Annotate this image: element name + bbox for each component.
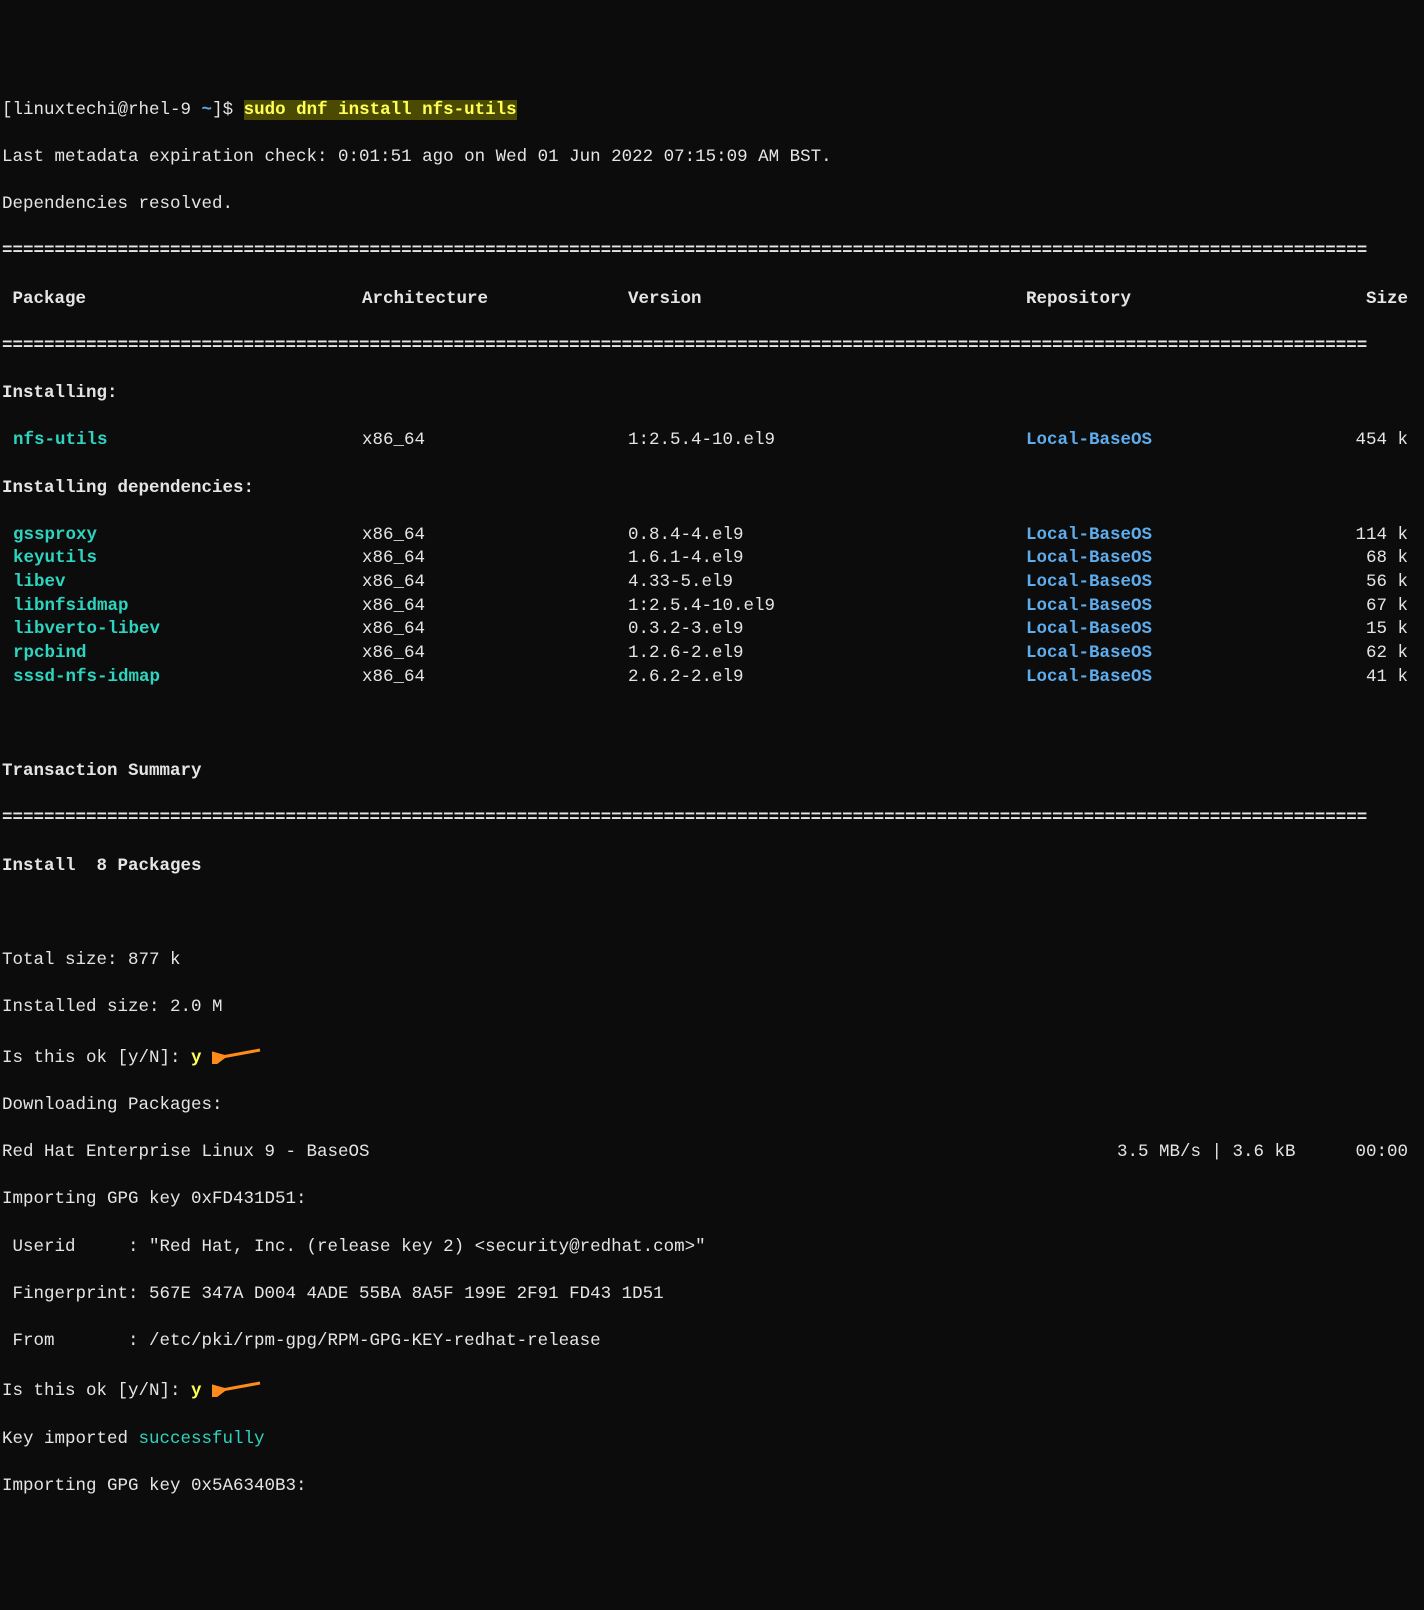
- gpg-userid: Userid : "Red Hat, Inc. (release key 2) …: [2, 1236, 1422, 1260]
- package-name: rpcbind: [2, 642, 362, 666]
- gpg-import-line: Importing GPG key 0xFD431D51:: [2, 1188, 1422, 1212]
- main-packages: nfs-utilsx86_641:2.5.4-10.el9Local-BaseO…: [2, 429, 1422, 453]
- gpg-from: From : /etc/pki/rpm-gpg/RPM-GPG-KEY-redh…: [2, 1330, 1422, 1354]
- package-size: 15 k: [1336, 618, 1422, 642]
- package-arch: x86_64: [362, 666, 628, 690]
- package-repo: Local-BaseOS: [1026, 547, 1336, 571]
- download-row: Red Hat Enterprise Linux 9 - BaseOS 3.5 M…: [2, 1141, 1422, 1165]
- separator-line: ========================================…: [2, 240, 1422, 264]
- prompt-userhost: [linuxtechi@rhel-9: [2, 100, 202, 120]
- package-version: 1.6.1-4.el9: [628, 547, 1026, 571]
- install-count: Install 8 Packages: [2, 855, 1422, 879]
- package-size: 454 k: [1336, 429, 1422, 453]
- header-package: Package: [2, 288, 362, 312]
- total-size: Total size: 877 k: [2, 949, 1422, 973]
- package-size: 56 k: [1336, 571, 1422, 595]
- package-version: 1:2.5.4-10.el9: [628, 595, 1026, 619]
- confirm-prompt: Is this ok [y/N]:: [2, 1381, 191, 1401]
- package-name: gssproxy: [2, 524, 362, 548]
- package-repo: Local-BaseOS: [1026, 595, 1336, 619]
- download-name: Red Hat Enterprise Linux 9 - BaseOS: [2, 1141, 370, 1165]
- package-version: 0.8.4-4.el9: [628, 524, 1026, 548]
- package-name: libev: [2, 571, 362, 595]
- package-arch: x86_64: [362, 618, 628, 642]
- package-repo: Local-BaseOS: [1026, 618, 1336, 642]
- confirm-line-1: Is this ok [y/N]: y: [2, 1044, 1422, 1071]
- blank-line: [2, 902, 1422, 926]
- header-version: Version: [628, 288, 1026, 312]
- installing-deps-label: Installing dependencies:: [2, 477, 1422, 501]
- package-row: nfs-utilsx86_641:2.5.4-10.el9Local-BaseO…: [2, 429, 1422, 453]
- package-arch: x86_64: [362, 429, 628, 453]
- package-version: 2.6.2-2.el9: [628, 666, 1026, 690]
- package-arch: x86_64: [362, 547, 628, 571]
- package-row: sssd-nfs-idmapx86_642.6.2-2.el9Local-Bas…: [2, 666, 1422, 690]
- package-size: 62 k: [1336, 642, 1422, 666]
- package-row: libnfsidmapx86_641:2.5.4-10.el9Local-Bas…: [2, 595, 1422, 619]
- download-time: 00:00: [1355, 1141, 1422, 1165]
- confirm-answer[interactable]: y: [191, 1381, 202, 1401]
- installing-label: Installing:: [2, 382, 1422, 406]
- package-repo: Local-BaseOS: [1026, 571, 1336, 595]
- metadata-line: Last metadata expiration check: 0:01:51 …: [2, 146, 1422, 170]
- package-size: 68 k: [1336, 547, 1422, 571]
- package-version: 1:2.5.4-10.el9: [628, 429, 1026, 453]
- package-size: 41 k: [1336, 666, 1422, 690]
- command-line: [linuxtechi@rhel-9 ~]$ sudo dnf install …: [2, 99, 1422, 123]
- key-imported-status: successfully: [139, 1429, 265, 1449]
- header-size: Size: [1336, 288, 1422, 312]
- package-name: nfs-utils: [2, 429, 362, 453]
- table-header: PackageArchitectureVersionRepositorySize: [2, 288, 1422, 312]
- package-arch: x86_64: [362, 571, 628, 595]
- package-arch: x86_64: [362, 595, 628, 619]
- package-repo: Local-BaseOS: [1026, 524, 1336, 548]
- package-version: 4.33-5.el9: [628, 571, 1026, 595]
- arrow-left-icon: [212, 1046, 262, 1073]
- downloading-label: Downloading Packages:: [2, 1094, 1422, 1118]
- terminal-output: [linuxtechi@rhel-9 ~]$ sudo dnf install …: [2, 75, 1422, 1522]
- package-name: sssd-nfs-idmap: [2, 666, 362, 690]
- confirm-line-2: Is this ok [y/N]: y: [2, 1377, 1422, 1404]
- package-repo: Local-BaseOS: [1026, 429, 1336, 453]
- package-arch: x86_64: [362, 642, 628, 666]
- blank-line: [2, 713, 1422, 737]
- separator-line: ========================================…: [2, 335, 1422, 359]
- package-size: 114 k: [1336, 524, 1422, 548]
- deps-resolved: Dependencies resolved.: [2, 193, 1422, 217]
- download-speed: 3.5 MB/s | 3.6 kB: [1117, 1141, 1356, 1165]
- gpg-import-line-2: Importing GPG key 0x5A6340B3:: [2, 1475, 1422, 1499]
- prompt-cwd: ~: [202, 100, 213, 120]
- package-row: libverto-libevx86_640.3.2-3.el9Local-Bas…: [2, 618, 1422, 642]
- package-row: gssproxyx86_640.8.4-4.el9Local-BaseOS114…: [2, 524, 1422, 548]
- prompt-suffix: ]$: [212, 100, 244, 120]
- key-imported-prefix: Key imported: [2, 1429, 139, 1449]
- package-name: keyutils: [2, 547, 362, 571]
- package-arch: x86_64: [362, 524, 628, 548]
- package-row: libevx86_644.33-5.el9Local-BaseOS56 k: [2, 571, 1422, 595]
- command-text: sudo dnf install nfs-utils: [244, 100, 517, 120]
- header-repo: Repository: [1026, 288, 1336, 312]
- package-size: 67 k: [1336, 595, 1422, 619]
- package-repo: Local-BaseOS: [1026, 642, 1336, 666]
- key-imported-line: Key imported successfully: [2, 1428, 1422, 1452]
- package-repo: Local-BaseOS: [1026, 666, 1336, 690]
- separator-line: ========================================…: [2, 807, 1422, 831]
- confirm-prompt: Is this ok [y/N]:: [2, 1048, 191, 1068]
- confirm-answer[interactable]: y: [191, 1048, 202, 1068]
- header-arch: Architecture: [362, 288, 628, 312]
- package-row: rpcbindx86_641.2.6-2.el9Local-BaseOS62 k: [2, 642, 1422, 666]
- transaction-summary: Transaction Summary: [2, 760, 1422, 784]
- gpg-fingerprint: Fingerprint: 567E 347A D004 4ADE 55BA 8A…: [2, 1283, 1422, 1307]
- package-name: libverto-libev: [2, 618, 362, 642]
- package-version: 1.2.6-2.el9: [628, 642, 1026, 666]
- dep-packages: gssproxyx86_640.8.4-4.el9Local-BaseOS114…: [2, 524, 1422, 689]
- arrow-left-icon: [212, 1379, 262, 1406]
- package-version: 0.3.2-3.el9: [628, 618, 1026, 642]
- package-name: libnfsidmap: [2, 595, 362, 619]
- package-row: keyutilsx86_641.6.1-4.el9Local-BaseOS68 …: [2, 547, 1422, 571]
- installed-size: Installed size: 2.0 M: [2, 996, 1422, 1020]
